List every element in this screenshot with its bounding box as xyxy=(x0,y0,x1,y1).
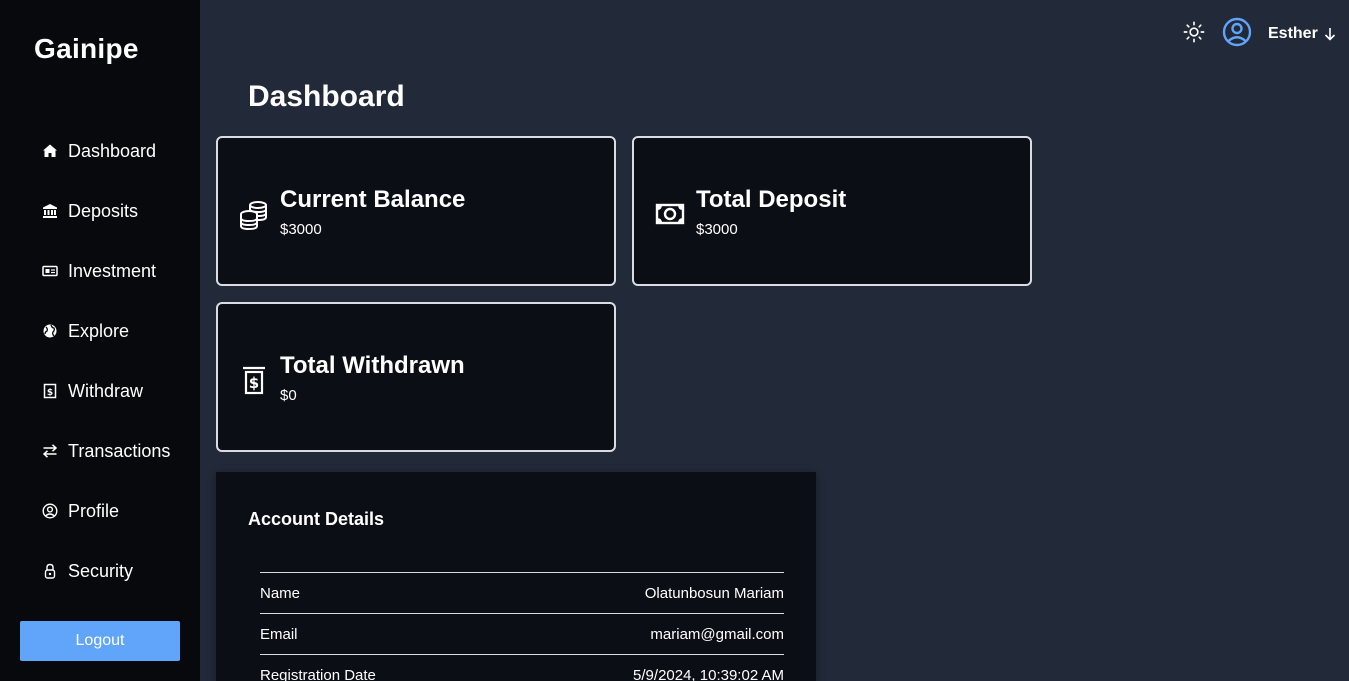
sun-icon[interactable] xyxy=(1182,20,1206,44)
account-details-title: Account Details xyxy=(248,509,385,529)
svg-text:$: $ xyxy=(249,374,259,392)
brand-logo[interactable]: Gainipe xyxy=(34,33,139,65)
arrow-down-icon xyxy=(1324,27,1336,41)
sidebar-item-security[interactable]: Security xyxy=(42,556,133,586)
receipt-dollar-icon: $ xyxy=(42,383,58,399)
ticket-icon xyxy=(42,263,58,279)
sidebar-item-label: Security xyxy=(68,560,134,581)
total-withdrawn-card: $ Total Withdrawn $0 xyxy=(216,302,616,452)
detail-value: mariam@gmail.com xyxy=(650,625,784,643)
arrows-exchange-icon xyxy=(42,443,58,459)
sidebar-item-label: Transactions xyxy=(68,440,171,461)
sidebar-item-label: Explore xyxy=(68,320,130,341)
total-deposit-card: Total Deposit $3000 xyxy=(632,136,1032,286)
detail-label: Registration Date xyxy=(260,666,376,681)
account-details-table: Name Olatunbosun Mariam Email mariam@gma… xyxy=(260,572,784,681)
globe-icon xyxy=(42,323,58,339)
sidebar-item-label: Dashboard xyxy=(68,140,157,161)
receipt-dollar-icon: $ xyxy=(238,364,270,396)
card-value: $3000 xyxy=(696,221,738,238)
sidebar-item-label: Withdraw xyxy=(68,380,144,401)
cash-icon xyxy=(654,198,686,230)
sidebar: Gainipe Dashboard Deposits Investment Ex… xyxy=(0,0,200,681)
card-value: $3000 xyxy=(280,221,322,238)
card-title: Total Deposit xyxy=(696,186,847,213)
user-circle-icon xyxy=(1222,17,1252,47)
account-details-panel: Account Details Name Olatunbosun Mariam … xyxy=(216,472,816,681)
coins-icon xyxy=(238,198,270,231)
page-title: Dashboard xyxy=(248,80,405,113)
card-value: $0 xyxy=(280,387,297,404)
sidebar-item-withdraw[interactable]: $ Withdraw xyxy=(42,376,143,406)
sidebar-item-profile[interactable]: Profile xyxy=(42,496,119,526)
card-title: Total Withdrawn xyxy=(280,352,465,379)
table-row: Email mariam@gmail.com xyxy=(260,614,784,655)
sidebar-item-explore[interactable]: Explore xyxy=(42,316,129,346)
detail-label: Name xyxy=(260,584,301,602)
sidebar-item-transactions[interactable]: Transactions xyxy=(42,436,170,466)
table-row: Registration Date 5/9/2024, 10:39:02 AM xyxy=(260,655,784,681)
sidebar-item-investment[interactable]: Investment xyxy=(42,256,156,286)
current-balance-card: Current Balance $3000 xyxy=(216,136,616,286)
table-row: Name Olatunbosun Mariam xyxy=(260,573,784,614)
user-circle-icon xyxy=(42,503,58,519)
home-icon xyxy=(42,143,58,159)
lock-icon xyxy=(42,563,58,579)
sidebar-item-deposits[interactable]: Deposits xyxy=(42,196,138,226)
avatar[interactable] xyxy=(1222,17,1252,47)
detail-value: 5/9/2024, 10:39:02 AM xyxy=(633,666,784,681)
detail-value: Olatunbosun Mariam xyxy=(644,584,784,602)
sidebar-item-label: Investment xyxy=(68,260,157,281)
sidebar-item-label: Profile xyxy=(68,500,120,521)
svg-text:$: $ xyxy=(47,388,53,398)
detail-label: Email xyxy=(260,625,298,643)
sidebar-item-dashboard[interactable]: Dashboard xyxy=(42,136,156,166)
logout-button[interactable]: Logout xyxy=(20,621,180,661)
user-name: Esther xyxy=(1268,25,1318,42)
sidebar-item-label: Deposits xyxy=(68,200,139,221)
user-menu[interactable]: Esther xyxy=(1268,22,1336,46)
card-title: Current Balance xyxy=(280,186,466,213)
bank-icon xyxy=(42,203,58,219)
